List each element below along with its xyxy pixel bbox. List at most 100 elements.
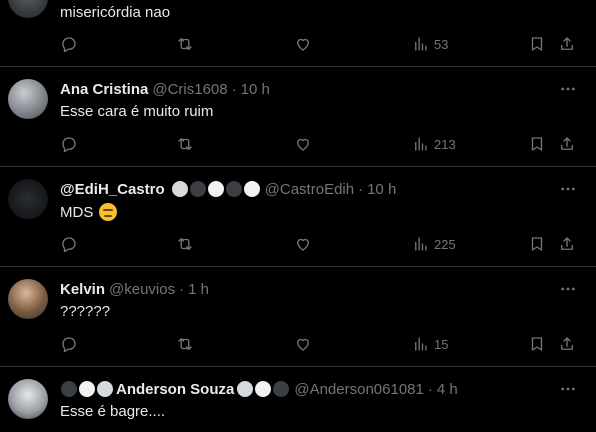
- reply-icon: [62, 337, 76, 353]
- avatar[interactable]: [8, 79, 48, 119]
- handle[interactable]: @keuvios: [109, 281, 175, 298]
- bookmark-button[interactable]: [528, 134, 546, 154]
- eagle-emoji: [237, 381, 254, 397]
- share-button[interactable]: [558, 234, 576, 254]
- like-button[interactable]: [294, 34, 312, 54]
- tweet-4[interactable]: Anderson Souza @Anderson061081 · 4 h Ess…: [0, 367, 596, 432]
- black-heart-emoji: [225, 181, 242, 197]
- share-icon: [561, 137, 573, 150]
- separator-dot: ·: [427, 380, 433, 398]
- tweet-text: Esse cara é muito ruim: [60, 103, 214, 120]
- share-button[interactable]: [558, 34, 576, 54]
- display-name[interactable]: Anderson Souza: [116, 381, 234, 398]
- retweet-button[interactable]: [176, 34, 194, 54]
- views-button[interactable]: 53: [412, 34, 448, 54]
- display-name[interactable]: Kelvin: [60, 281, 105, 298]
- white-circle-emoji: [79, 381, 95, 397]
- handle[interactable]: @Anderson061081: [294, 381, 424, 398]
- more-button[interactable]: [558, 79, 578, 99]
- black-circle-emoji: [273, 381, 290, 397]
- more-button[interactable]: [558, 279, 578, 299]
- tweet-text: Esse é bagre....: [60, 403, 166, 420]
- retweet-icon: [178, 238, 192, 250]
- bookmark-icon: [531, 237, 543, 251]
- like-button[interactable]: [294, 234, 312, 254]
- reply-button[interactable]: [60, 234, 78, 254]
- timestamp[interactable]: 10 h: [241, 81, 270, 98]
- avatar[interactable]: [8, 379, 48, 419]
- reply-button[interactable]: [60, 34, 78, 54]
- views-icon: [415, 137, 427, 151]
- eagle-emoji: [171, 181, 188, 197]
- views-icon: [415, 37, 427, 51]
- retweet-button[interactable]: [176, 134, 194, 154]
- views-count: 15: [434, 336, 449, 352]
- display-name[interactable]: Ana Cristina: [60, 81, 148, 98]
- bookmark-button[interactable]: [528, 334, 546, 354]
- more-button[interactable]: [558, 379, 578, 399]
- tweet-3[interactable]: Kelvin @keuvios · 1 h ?????? 15: [0, 267, 596, 366]
- tweet-actions: 15: [0, 334, 596, 354]
- like-button[interactable]: [294, 134, 312, 154]
- share-icon: [561, 37, 573, 50]
- tweet-actions: 225: [0, 234, 596, 254]
- views-icon: [415, 337, 427, 351]
- avatar[interactable]: [8, 0, 48, 18]
- avatar[interactable]: [8, 179, 48, 219]
- timestamp[interactable]: 10 h: [367, 181, 396, 198]
- reply-button[interactable]: [60, 134, 78, 154]
- tweet-text: ??????: [60, 303, 111, 320]
- more-icon: [561, 287, 575, 291]
- retweet-icon: [178, 138, 192, 150]
- views-icon: [415, 237, 427, 251]
- avatar[interactable]: [8, 279, 48, 319]
- timestamp[interactable]: 1 h: [188, 281, 209, 298]
- bookmark-icon: [531, 37, 543, 51]
- bookmark-icon: [531, 137, 543, 151]
- views-button[interactable]: 213: [412, 134, 456, 154]
- white-circle-emoji: [255, 381, 272, 397]
- tweet-header: Ana Cristina @Cris1608 · 10 h: [60, 79, 270, 99]
- retweet-icon: [178, 338, 192, 350]
- reply-icon: [62, 237, 76, 253]
- more-icon: [561, 87, 575, 91]
- more-button[interactable]: [558, 179, 578, 199]
- retweet-button[interactable]: [176, 234, 194, 254]
- black-heart-emoji: [189, 181, 206, 197]
- share-icon: [561, 337, 573, 350]
- like-button[interactable]: [294, 334, 312, 354]
- tweet-text-row: MDS: [60, 203, 118, 221]
- tweet-text: MDS: [60, 203, 94, 221]
- eagle-emoji: [97, 381, 113, 397]
- views-count: 213: [434, 136, 456, 152]
- share-button[interactable]: [558, 334, 576, 354]
- heart-icon: [297, 338, 309, 351]
- bookmark-button[interactable]: [528, 34, 546, 54]
- display-name[interactable]: @EdiH_Castro: [60, 181, 165, 198]
- bookmark-button[interactable]: [528, 234, 546, 254]
- handle[interactable]: @CastroEdih: [265, 181, 354, 198]
- tweet-header: Kelvin @keuvios · 1 h: [60, 279, 209, 299]
- retweet-button[interactable]: [176, 334, 194, 354]
- reply-icon: [62, 37, 76, 53]
- views-button[interactable]: 15: [412, 334, 448, 354]
- name-emoji-badges-right: [236, 381, 290, 397]
- name-emoji-badges-left: [60, 381, 114, 397]
- more-icon: [561, 387, 575, 391]
- expressionless-face-emoji: [99, 203, 118, 221]
- share-button[interactable]: [558, 134, 576, 154]
- tweet-header: @EdiH_Castro @CastroEdih · 10 h: [60, 179, 396, 199]
- tweet-2[interactable]: @EdiH_Castro @CastroEdih · 10 h MDS 225: [0, 167, 596, 266]
- heart-icon: [297, 138, 309, 151]
- white-heart-emoji: [207, 181, 224, 197]
- white-heart-emoji: [243, 181, 260, 197]
- handle[interactable]: @Cris1608: [152, 81, 227, 98]
- tweet-1[interactable]: Ana Cristina @Cris1608 · 10 h Esse cara …: [0, 67, 596, 166]
- views-count: 53: [434, 36, 449, 52]
- tweet-0[interactable]: misericórdia nao 53: [0, 0, 596, 66]
- tweet-header: Anderson Souza @Anderson061081 · 4 h: [60, 379, 458, 399]
- timestamp[interactable]: 4 h: [437, 381, 458, 398]
- reply-button[interactable]: [60, 334, 78, 354]
- tweet-actions: 53: [0, 34, 596, 54]
- views-button[interactable]: 225: [412, 234, 456, 254]
